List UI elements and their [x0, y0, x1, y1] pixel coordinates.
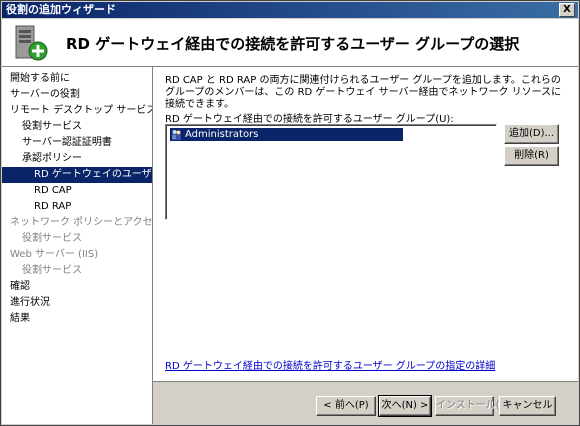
nav-item-label: 進行状況	[10, 297, 50, 308]
nav-item-label: 開始する前に	[10, 73, 70, 84]
nav-item-label: 承認ポリシー	[22, 153, 82, 164]
nav-item[interactable]: 確認	[2, 279, 152, 295]
nav-item-disabled: 役割サービス	[2, 231, 152, 247]
group-list-label: RD ゲートウェイ経由での接続を許可するユーザー グループ(U):	[165, 114, 454, 125]
nav-item-label: サーバーの役割	[10, 89, 80, 100]
install-button: インストール(I)	[435, 396, 507, 416]
wizard-header: RD ゲートウェイ経由での接続を許可するユーザー グループの選択	[2, 19, 578, 67]
nav-item-label: 結果	[10, 313, 30, 324]
nav-item[interactable]: 開始する前に	[2, 71, 152, 87]
nav-item[interactable]: RD RAP	[2, 199, 152, 215]
nav-item-label: RD ゲートウェイのユーザー グ...	[34, 169, 152, 180]
nav-item-disabled: Web サーバー (IIS)	[2, 247, 152, 263]
nav-item-label: Web サーバー (IIS)	[10, 249, 99, 260]
add-button[interactable]: 追加(D)...	[504, 124, 559, 144]
nav-item-disabled: 役割サービス	[2, 263, 152, 279]
nav-item-label: 役割サービス	[22, 233, 82, 244]
wizard-window: 役割の追加ウィザード X RD ゲートウェイ経由での接続を許可するユーザー グル…	[0, 0, 580, 426]
nav-item[interactable]: RD CAP	[2, 183, 152, 199]
nav-item-label: 役割サービス	[22, 121, 82, 132]
user-group-icon	[172, 130, 181, 140]
wizard-footer: < 前へ(P) 次へ(N) > インストール(I) キャンセル	[153, 382, 578, 424]
main-panel: RD CAP と RD RAP の両方に関連付けられるユーザー グループを追加し…	[153, 67, 578, 424]
nav-item-label: サーバー認証証明書	[22, 137, 112, 148]
nav-item[interactable]: 役割サービス	[2, 119, 152, 135]
nav-item[interactable]: リモート デスクトップ サービス	[2, 103, 152, 119]
nav-item-label: ネットワーク ポリシーとアクセス サービ...	[10, 217, 152, 228]
nav-item-label: RD RAP	[34, 201, 72, 212]
nav-item[interactable]: 承認ポリシー	[2, 151, 152, 167]
back-button[interactable]: < 前へ(P)	[316, 396, 376, 416]
nav-item-disabled: ネットワーク ポリシーとアクセス サービ...	[2, 215, 152, 231]
help-link[interactable]: RD ゲートウェイ経由での接続を許可するユーザー グループの指定の詳細	[165, 357, 495, 372]
description-text: RD CAP と RD RAP の両方に関連付けられるユーザー グループを追加し…	[165, 75, 562, 110]
cancel-button[interactable]: キャンセル	[499, 396, 556, 416]
server-add-icon	[15, 25, 48, 61]
nav-item[interactable]: サーバー認証証明書	[2, 135, 152, 151]
nav-item-label: リモート デスクトップ サービス	[10, 105, 152, 116]
nav-item[interactable]: サーバーの役割	[2, 87, 152, 103]
nav-item-selected[interactable]: RD ゲートウェイのユーザー グ...	[2, 167, 152, 183]
nav-item-label: 確認	[10, 281, 30, 292]
list-item-label: Administrators	[185, 129, 259, 140]
nav-item[interactable]: 進行状況	[2, 295, 152, 311]
page-title: RD ゲートウェイ経由での接続を許可するユーザー グループの選択	[66, 35, 520, 53]
wizard-steps-sidebar: 開始する前に サーバーの役割 リモート デスクトップ サービス 役割サービス サ…	[2, 67, 153, 424]
window-title: 役割の追加ウィザード	[6, 3, 116, 16]
user-group-listbox[interactable]: Administrators	[165, 124, 497, 220]
next-button[interactable]: 次へ(N) >	[378, 395, 432, 417]
title-bar[interactable]: 役割の追加ウィザード X	[2, 2, 578, 18]
remove-button[interactable]: 削除(R)	[504, 146, 559, 166]
close-button[interactable]: X	[559, 3, 575, 17]
nav-item-label: 役割サービス	[22, 265, 82, 276]
nav-item[interactable]: 結果	[2, 311, 152, 327]
nav-item-label: RD CAP	[34, 185, 72, 196]
list-item[interactable]: Administrators	[170, 128, 403, 141]
